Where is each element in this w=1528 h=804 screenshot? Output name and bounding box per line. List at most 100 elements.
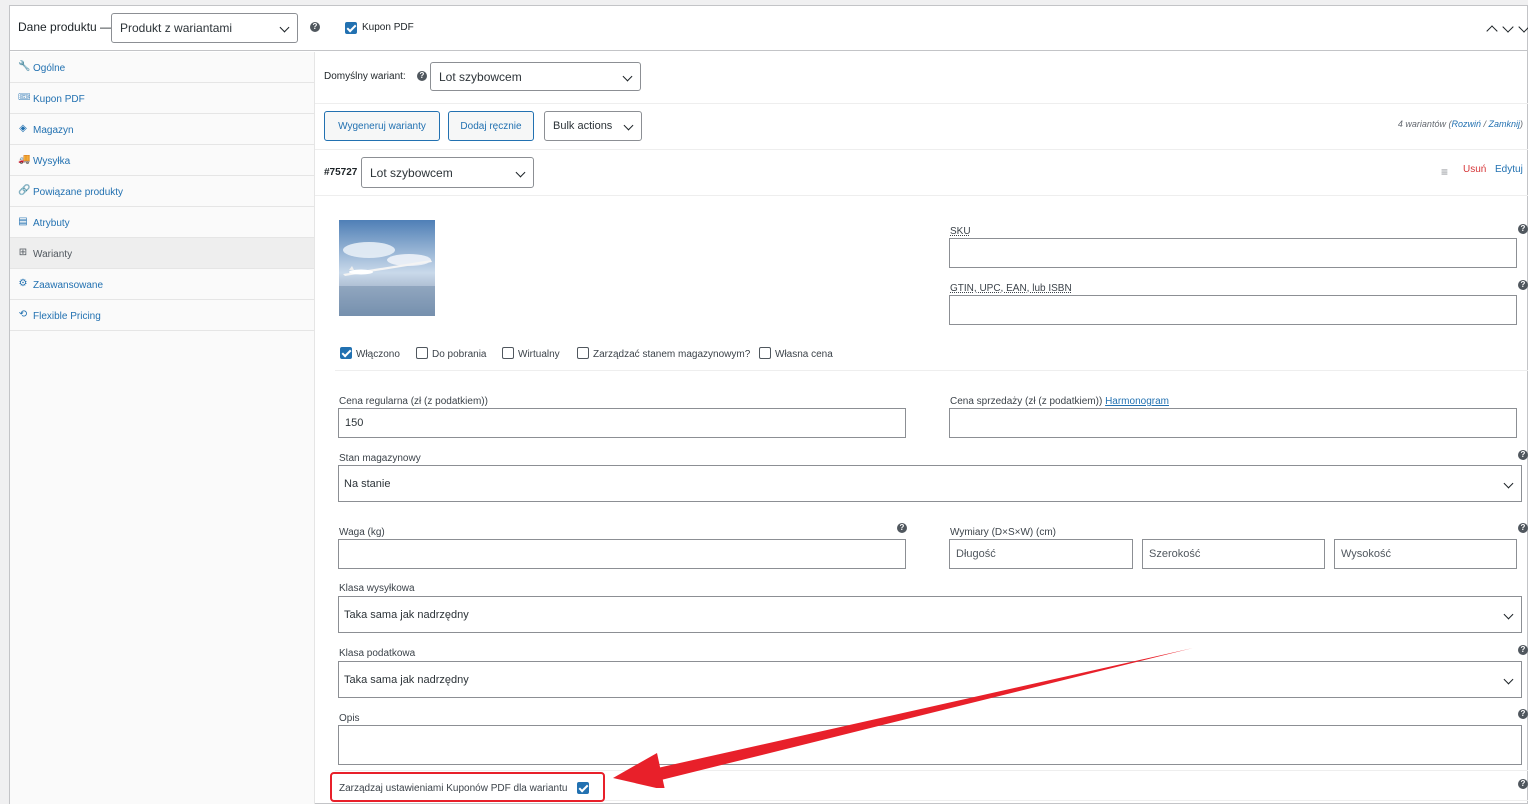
variation-id: #75727 (324, 167, 358, 178)
width-input[interactable]: Szerokość (1142, 539, 1325, 569)
divider (315, 195, 1528, 196)
refresh-icon: ⟲ (18, 309, 28, 320)
expand-link[interactable]: Rozwiń (1451, 119, 1481, 129)
sidebar-tab-8[interactable]: ⟲ Flexible Pricing (10, 300, 314, 331)
annotation-arrow-icon (613, 648, 1193, 788)
sidebar-tab-label: Flexible Pricing (33, 311, 101, 322)
sidebar-tab-0[interactable]: 🔧 Ogólne (10, 52, 314, 83)
variations-count-text: 4 wariantów ( (1397, 119, 1452, 129)
add-manually-button[interactable]: Dodaj ręcznie (448, 111, 534, 141)
help-icon[interactable]: ? (310, 22, 320, 32)
chevron-down-icon (622, 71, 633, 81)
height-input[interactable]: Wysokość (1334, 539, 1517, 569)
help-icon[interactable]: ? (897, 523, 907, 533)
variations-count: 4 wariantów (Rozwiń / Zamknij) (1398, 119, 1523, 129)
description-label: Opis (339, 713, 360, 724)
shipping-class-label: Klasa wysyłkowa (339, 583, 415, 594)
chevron-down-icon (1503, 609, 1514, 619)
variation-attribute-value: Lot szybowcem (370, 165, 453, 180)
grid-icon: ⊞ (18, 247, 28, 258)
default-variation-select[interactable]: Lot szybowcem (430, 62, 641, 91)
sidebar-tab-6[interactable]: ⊞ Warianty (10, 238, 314, 269)
dimensions-label: Wymiary (D×S×W) (cm) (950, 527, 1057, 538)
help-icon[interactable]: ? (1518, 645, 1528, 655)
shipping-class-select[interactable]: Taka sama jak nadrzędny (338, 596, 1522, 633)
sku-label: SKU (950, 226, 971, 237)
help-icon[interactable]: ? (1518, 523, 1528, 533)
sale-price-input[interactable] (949, 408, 1517, 438)
sidebar-tab-label: Wysyłka (33, 156, 71, 167)
option-checkbox[interactable] (759, 347, 771, 359)
toggle-panel-icon[interactable] (1518, 21, 1528, 33)
sidebar-tab-label: Magazyn (33, 125, 74, 136)
generate-variations-button[interactable]: Wygeneruj warianty (324, 111, 440, 141)
chevron-down-icon (515, 167, 526, 177)
variations-panel: Domyślny wariant: ? Lot szybowcem Wygene… (315, 52, 1528, 804)
remove-variation-link[interactable]: Usuń (1463, 164, 1486, 175)
help-icon[interactable]: ? (1518, 280, 1528, 290)
stock-status-value: Na stanie (344, 477, 391, 490)
move-up-icon[interactable] (1486, 25, 1498, 37)
chevron-down-icon (1503, 674, 1514, 684)
edit-variation-link[interactable]: Edytuj (1495, 164, 1523, 175)
gtin-label: GTIN, UPC, EAN, lub ISBN (950, 283, 1072, 294)
product-type-select[interactable]: Produkt z wariantami (111, 13, 298, 43)
truck-icon: 🚚 (18, 154, 31, 165)
length-input[interactable]: Długość (949, 539, 1133, 569)
sidebar-tab-label: Zaawansowane (33, 280, 104, 291)
option-checkbox[interactable] (340, 347, 352, 359)
sidebar-tab-label: Kupon PDF (33, 94, 85, 105)
move-down-icon[interactable] (1502, 21, 1514, 33)
weight-input[interactable] (338, 539, 906, 569)
count-suffix: ) (1520, 119, 1523, 129)
option-label: Zarządzać stanem magazynowym? (593, 349, 751, 360)
option-label: Włączono (356, 349, 400, 360)
tag-icon: ◈ (19, 123, 27, 134)
shipping-class-value: Taka sama jak nadrzędny (344, 608, 469, 621)
gtin-input[interactable] (949, 295, 1517, 325)
regular-price-label: Cena regularna (zł (z podatkiem)) (339, 396, 488, 407)
chevron-down-icon (1503, 478, 1514, 488)
sidebar-tab-7[interactable]: ⚙ Zaawansowane (10, 269, 314, 300)
default-variation-label: Domyślny wariant: (324, 71, 406, 82)
option-checkbox[interactable] (416, 347, 428, 359)
sidebar-tab-4[interactable]: 🔗 Powiązane produkty (10, 176, 314, 207)
sku-input[interactable] (949, 238, 1517, 268)
divider (315, 103, 1528, 104)
sidebar-tab-label: Powiązane produkty (33, 187, 124, 198)
option-checkbox[interactable] (502, 347, 514, 359)
help-icon[interactable]: ? (1518, 779, 1528, 789)
variation-attribute-select[interactable]: Lot szybowcem (361, 157, 534, 188)
option-label: Do pobrania (432, 349, 487, 360)
pdf-coupon-label: Kupon PDF (362, 22, 414, 33)
sidebar-tab-3[interactable]: 🚚 Wysyłka (10, 145, 314, 176)
weight-label: Waga (kg) (339, 527, 385, 538)
regular-price-input[interactable]: 150 (338, 408, 906, 438)
help-icon[interactable]: ? (417, 71, 427, 81)
tax-class-value: Taka sama jak nadrzędny (344, 673, 469, 686)
product-data-panel: Dane produktu — Produkt z wariantami ? K… (9, 5, 1528, 804)
sidebar-tab-2[interactable]: ◈ Magazyn (10, 114, 314, 145)
sidebar-tab-1[interactable]: 🎟 Kupon PDF (10, 83, 314, 114)
sidebar-tab-5[interactable]: ▤ Atrybuty (10, 207, 314, 238)
ticket-icon: 🎟 (18, 92, 31, 103)
drag-handle-icon[interactable]: ≡ (1441, 165, 1448, 179)
schedule-link[interactable]: Harmonogram (1105, 396, 1169, 407)
help-icon[interactable]: ? (1518, 224, 1528, 234)
bulk-actions-select[interactable]: Bulk actions (544, 111, 642, 141)
product-data-tabs: 🔧 Ogólne 🎟 Kupon PDF ◈ Magazyn 🚚 Wysyłka 🔗 Powiąz… (10, 52, 315, 804)
sidebar-tab-label: Warianty (33, 249, 73, 260)
help-icon[interactable]: ? (1518, 709, 1528, 719)
stock-status-select[interactable]: Na stanie (338, 465, 1522, 502)
annotation-highlight-box (330, 772, 605, 802)
option-checkbox[interactable] (577, 347, 589, 359)
product-data-title: Dane produktu — (18, 20, 113, 34)
help-icon[interactable]: ? (1518, 450, 1528, 460)
collapse-link[interactable]: Zamknij (1488, 119, 1520, 129)
pdf-coupon-checkbox[interactable] (345, 22, 357, 34)
product-type-value: Produkt z wariantami (120, 21, 233, 35)
default-variation-value: Lot szybowcem (439, 69, 522, 84)
link-icon: 🔗 (18, 185, 31, 196)
sidebar-tab-label: Ogólne (33, 63, 66, 74)
variation-image[interactable] (339, 220, 435, 316)
